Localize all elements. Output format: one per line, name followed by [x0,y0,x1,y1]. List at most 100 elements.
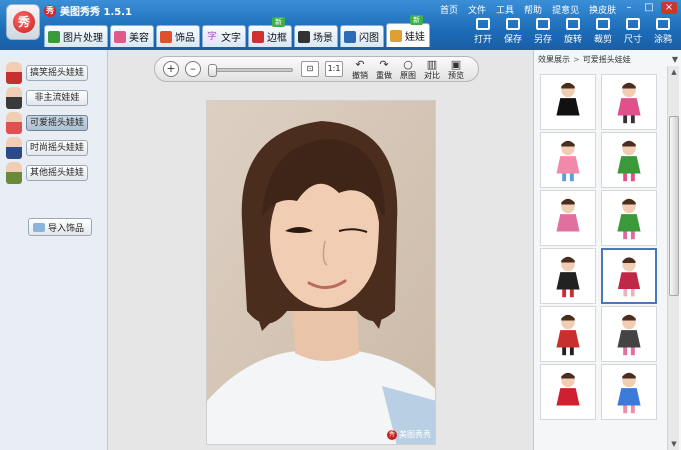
fit-window-button[interactable]: ⊡ [301,61,319,77]
flash-icon [344,30,356,43]
breadcrumb-root[interactable]: 效果展示 [538,54,570,65]
app-logo: 秀 [6,4,40,40]
menu-feedback[interactable]: 提意见 [552,3,579,16]
zoom-out-icon[interactable]: – [185,61,201,77]
tab-image-edit[interactable]: 图片处理 [44,25,108,47]
tab-flash[interactable]: 闪图 [340,25,384,47]
sticker-blue-dancer[interactable] [601,364,657,420]
save-button[interactable]: 保存 [501,18,525,45]
sticker-black-outfit[interactable] [540,74,596,130]
menu-file[interactable]: 文件 [468,3,486,16]
maximize-button[interactable]: □ [641,2,657,14]
brush-button[interactable]: 涂鸦 [651,18,675,45]
tab-label: 图片处理 [63,33,103,44]
frame-icon [252,30,264,43]
sticker-girls-group[interactable] [601,190,657,246]
category-item[interactable]: 非主流娃娃 [6,87,88,109]
tab-scene[interactable]: 场景 [294,25,338,47]
tool-label: 旋转 [563,35,582,45]
scroll-down-icon[interactable]: ▼ [668,438,680,450]
category-item[interactable]: 其他摇头娃娃 [6,162,88,184]
category-button[interactable]: 非主流娃娃 [26,90,88,106]
tab-label: 场景 [313,33,333,44]
category-item[interactable]: 可爱摇头娃娃 [6,112,88,134]
sticker-thumbnail [617,314,641,356]
tab-label: 美容 [129,33,149,44]
resize-icon [626,18,640,30]
face-icon [114,30,126,43]
sticker-green-pants-girl[interactable] [601,132,657,188]
scene-icon [298,30,310,43]
scroll-up-icon[interactable]: ▲ [668,66,680,78]
tool-label: 尺寸 [623,35,642,45]
category-panel: 搞笑摇头娃娃 非主流娃娃可爱摇头娃娃 时尚摇头娃娃 其他摇头娃娃 导入饰品 [0,50,108,450]
canvas-toolbar: + – ⊡ 1:1 ↶ 撤销 ↷ 重做 ○ 原图 ▥ 对比 ▣ 预览 [154,56,479,82]
category-button[interactable]: 可爱摇头娃娃 [26,115,88,131]
action-button[interactable]: ↶ 撤销 [349,59,371,81]
category-button[interactable]: 其他摇头娃娃 [26,165,88,181]
doll-figure-icon [6,137,22,159]
open-folder-button[interactable]: 打开 [471,18,495,45]
doll-figure-icon [6,162,22,184]
category-button[interactable]: 搞笑摇头娃娃 [26,65,88,81]
menu-help[interactable]: 帮助 [524,3,542,16]
menu-tools[interactable]: 工具 [496,3,514,16]
sticker-pink-dress[interactable] [540,132,596,188]
resize-button[interactable]: 尺寸 [621,18,645,45]
action-icon: ▥ [426,58,438,71]
action-icon: ↶ [355,58,365,71]
tab-heart[interactable]: 饰品 [156,25,200,47]
photo-preview: 秀 美图秀秀 [206,100,436,445]
crop-button[interactable]: 裁剪 [591,18,615,45]
sticker-pink-monster-drum[interactable] [601,74,657,130]
tab-label: 饰品 [175,33,195,44]
action-button[interactable]: ↷ 重做 [373,59,395,81]
sticker-red-gown[interactable] [601,248,657,304]
sticker-scrollbar[interactable]: ▲ ▼ [667,66,679,450]
app-title: 秀 美图秀秀 1.5.1 [44,3,132,18]
crop-icon [596,18,610,30]
menu-home[interactable]: 首页 [440,3,458,16]
brush-icon [656,18,670,30]
action-button[interactable]: ▥ 对比 [421,59,443,81]
tab-face[interactable]: 美容 [110,25,154,47]
logo-badge: 秀 [13,11,35,33]
zoom-in-icon[interactable]: + [163,61,179,77]
import-accessory-button[interactable]: 导入饰品 [28,218,92,236]
category-button[interactable]: 时尚摇头娃娃 [26,140,88,156]
sticker-red-dancer[interactable] [540,306,596,362]
tab-doll[interactable]: 娃娃新 [386,15,430,47]
rotate-button[interactable]: 旋转 [561,18,585,45]
sticker-lying-figure[interactable] [601,306,657,362]
scrollbar-thumb[interactable] [669,116,679,296]
canvas-area: + – ⊡ 1:1 ↶ 撤销 ↷ 重做 ○ 原图 ▥ 对比 ▣ 预览 秀 美图秀… [108,50,533,450]
minimize-button[interactable]: – [621,2,637,14]
sticker-thumbnail [617,372,641,414]
heart-icon [160,30,172,43]
watermark-icon: 秀 [387,429,397,440]
category-item[interactable]: 搞笑摇头娃娃 [6,62,88,84]
app-title-text: 美图秀秀 1.5.1 [60,7,132,18]
sticker-red-bird[interactable] [540,364,596,420]
sticker-thumbnail [617,198,641,240]
action-button[interactable]: ○ 原图 [397,59,419,81]
sticker-pink-pig[interactable] [540,190,596,246]
zoom-slider-knob[interactable] [208,64,217,77]
breadcrumb-current: 可爱摇头娃娃 [582,54,631,64]
sticker-thumbnail [617,257,641,297]
sticker-black-devil[interactable] [540,248,596,304]
save-as-button[interactable]: 另存 [531,18,555,45]
sticker-thumbnail [556,82,580,124]
tab-frame[interactable]: 边框新 [248,17,292,47]
tab-text[interactable]: 字文字 [202,25,246,47]
actual-size-button[interactable]: 1:1 [325,61,343,77]
zoom-slider[interactable] [208,64,293,77]
menu-skin[interactable]: 换皮肤 [589,3,616,16]
close-button[interactable]: × [661,2,677,14]
action-button[interactable]: ▣ 预览 [445,59,467,81]
sticker-thumbnail [556,140,580,182]
category-item[interactable]: 时尚摇头娃娃 [6,137,88,159]
dropdown-arrow-icon[interactable]: ▼ [672,55,678,64]
doll-icon [390,29,402,42]
effects-panel: 效果展示 > 可爱摇头娃娃 ▼ ▲ ▼ [533,50,681,450]
